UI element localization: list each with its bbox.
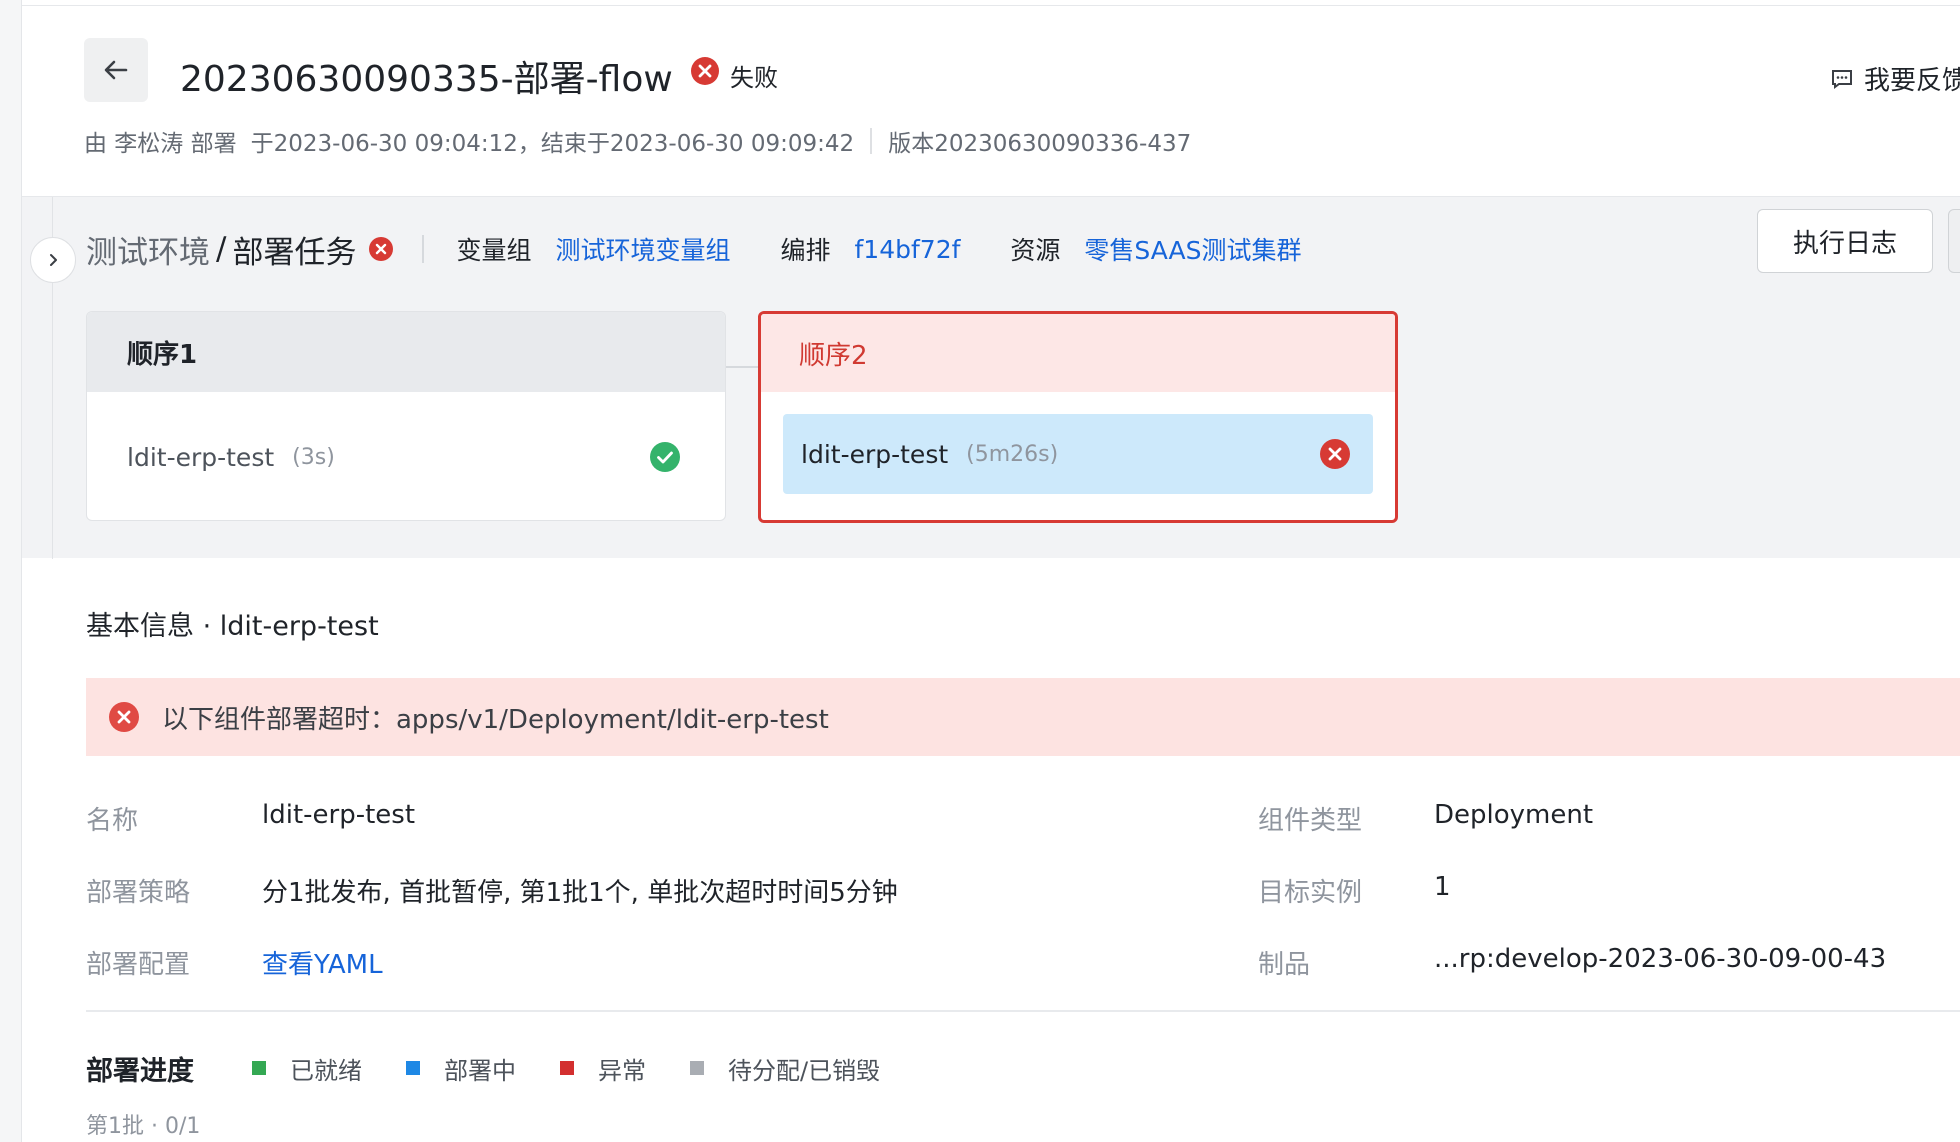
time-range-text: 于2023-06-30 09:04:12，结束于2023-06-30 09:09…: [250, 131, 855, 157]
name-label: 名称: [86, 806, 139, 836]
legend-swatch: [406, 1061, 420, 1075]
sequence-connector: [726, 366, 758, 368]
back-button[interactable]: [84, 38, 148, 102]
orchestration-label: 编排: [780, 236, 831, 265]
progress-title: 部署进度: [86, 1055, 194, 1087]
legend-swatch: [252, 1061, 266, 1075]
legend-ready: 已就绪: [252, 1051, 362, 1086]
legend-swatch: [560, 1061, 574, 1075]
strategy-label: 部署策略: [86, 878, 191, 908]
task-name: 部署任务: [232, 234, 357, 271]
target-instances-label: 目标实例: [1258, 878, 1363, 908]
task-item-name: ldit-erp-test: [127, 442, 275, 472]
error-circle-icon: [109, 702, 139, 732]
feedback-label: 我要反馈: [1864, 66, 1960, 96]
strategy-value: 分1批发布, 首批暂停, 第1批1个, 单批次超时时间5分钟: [262, 878, 898, 908]
breadcrumb-separator: /: [216, 231, 227, 267]
deploy-meta: 由 李松涛 部署 于2023-06-30 09:04:12，结束于2023-06…: [84, 124, 1191, 158]
task-item[interactable]: ldit-erp-test (3s): [87, 392, 725, 520]
sequence-card-2: 顺序2 ldit-erp-test (5m26s): [758, 311, 1398, 523]
error-circle-icon: [1320, 439, 1350, 469]
section-title: 基本信息 · ldit-erp-test: [86, 611, 379, 642]
target-instances-value: 1: [1434, 872, 1451, 902]
legend-pending: 待分配/已销毁: [690, 1051, 880, 1086]
deploy-progress-header: 部署进度 已就绪 部署中 异常 待分配/已销毁: [86, 1048, 924, 1088]
legend-deploying: 部署中: [406, 1051, 516, 1086]
legend-swatch: [690, 1061, 704, 1075]
component-type-value: Deployment: [1434, 800, 1594, 830]
task-item-duration: (3s): [292, 444, 335, 470]
var-group-label: 变量组: [456, 236, 532, 265]
legend-label: 部署中: [444, 1056, 516, 1085]
task-item-selected[interactable]: ldit-erp-test (5m26s): [783, 414, 1373, 494]
resource-label: 资源: [1010, 236, 1061, 265]
section-divider: [86, 1010, 1960, 1012]
execution-log-button[interactable]: 执行日志: [1757, 209, 1933, 273]
name-value: ldit-erp-test: [262, 800, 416, 830]
batch-progress: 第1批 · 0/1: [86, 1114, 201, 1139]
version-text: 版本20230630090336-437: [888, 131, 1192, 157]
task-item-duration: (5m26s): [966, 441, 1059, 467]
message-icon: [1832, 69, 1852, 89]
status-badge: 失败: [730, 64, 778, 92]
page-title: 20230630090335-部署-flow: [180, 59, 673, 100]
feedback-button[interactable]: 我要反馈: [1830, 60, 1960, 97]
sequence-card-1: 顺序1 ldit-erp-test (3s): [86, 311, 726, 521]
error-alert: 以下组件部署超时：apps/v1/Deployment/ldit-erp-tes…: [86, 678, 1960, 756]
legend-label: 异常: [598, 1056, 646, 1085]
component-type-label: 组件类型: [1258, 806, 1363, 836]
chevron-right-icon: [50, 254, 57, 266]
more-button[interactable]: [1948, 209, 1960, 273]
orchestration-link[interactable]: f14bf72f: [855, 235, 961, 264]
legend-label: 待分配/已销毁: [728, 1056, 881, 1085]
artifact-value: ...rp:develop-2023-06-30-09-00-43: [1434, 944, 1887, 974]
alert-message: 以下组件部署超时：apps/v1/Deployment/ldit-erp-tes…: [162, 704, 829, 735]
page-header: 20230630090335-部署-flow 失败 我要反馈 由 李松涛 部署 …: [22, 6, 1960, 196]
check-circle-icon: [650, 442, 680, 472]
left-rail: [0, 0, 22, 1142]
environment-bar: 测试环境 / 部署任务 变量组 测试环境变量组 编排 f14bf72f 资源 零…: [86, 223, 1352, 275]
task-item-name: ldit-erp-test: [801, 439, 949, 469]
legend-error: 异常: [560, 1051, 646, 1086]
arrow-left-icon: [104, 60, 128, 80]
expand-button[interactable]: [30, 237, 76, 283]
deployer-text: 由 李松涛 部署: [84, 131, 237, 157]
error-circle-icon: [691, 57, 719, 85]
sequence-title: 顺序2: [761, 314, 1395, 392]
view-yaml-link[interactable]: 查看YAML: [262, 944, 383, 981]
env-divider: [422, 235, 425, 263]
var-group-link[interactable]: 测试环境变量组: [555, 231, 730, 267]
environment-name[interactable]: 测试环境: [86, 227, 210, 272]
error-circle-icon: [369, 237, 394, 261]
meta-divider: [870, 128, 873, 154]
config-label: 部署配置: [86, 950, 191, 980]
resource-link[interactable]: 零售SAAS测试集群: [1084, 231, 1301, 267]
artifact-label: 制品: [1258, 950, 1311, 980]
legend-label: 已就绪: [290, 1056, 362, 1085]
deploy-panel: 测试环境 / 部署任务 变量组 测试环境变量组 编排 f14bf72f 资源 零…: [22, 196, 1960, 559]
sequence-title: 顺序1: [87, 312, 725, 392]
